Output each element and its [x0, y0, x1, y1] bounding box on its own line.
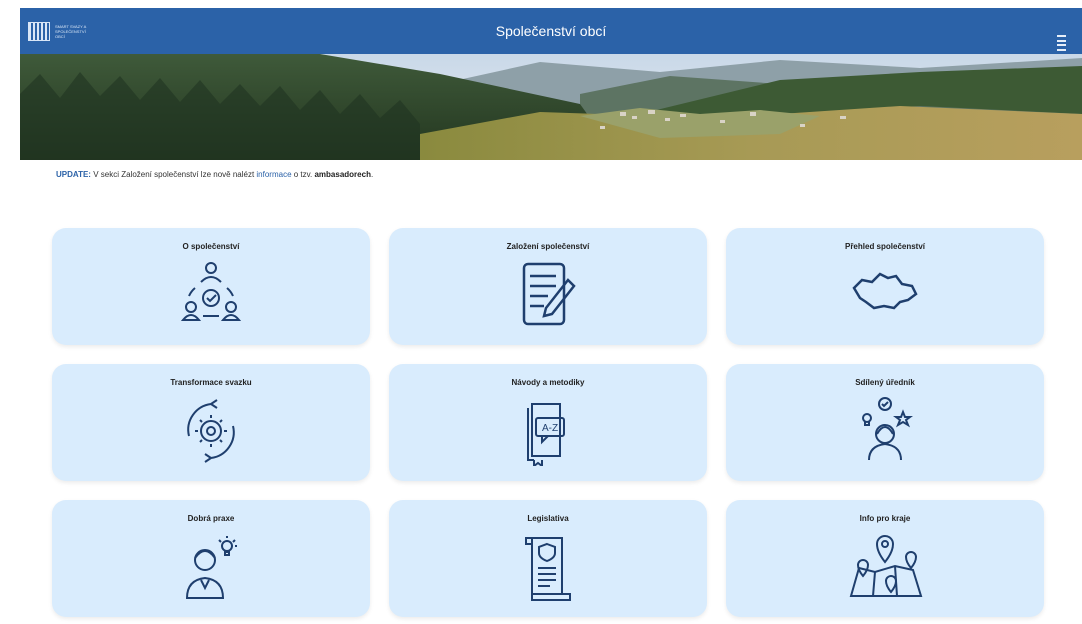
- card-label: Info pro kraje: [859, 514, 911, 523]
- update-link[interactable]: informace: [256, 170, 291, 179]
- person-ideas-icon: [855, 396, 915, 471]
- card-prehled-spolecenstvi[interactable]: Přehled společenství: [726, 228, 1044, 345]
- update-notice: UPDATE: V sekci Založení společenství lz…: [56, 170, 373, 179]
- card-sdileny-urednik[interactable]: Sdílený úředník: [726, 364, 1044, 481]
- update-bold: ambasadorech: [314, 170, 371, 179]
- hero-banner: [20, 54, 1082, 160]
- card-transformace-svazku[interactable]: Transformace svazku: [52, 364, 370, 481]
- card-navody-a-metodiky[interactable]: Návody a metodiky A-Z: [389, 364, 707, 481]
- card-label: Založení společenství: [506, 242, 590, 251]
- czech-map-outline-icon: [850, 260, 920, 325]
- hamburger-icon: [1057, 35, 1066, 51]
- map-pins-icon: [845, 532, 925, 607]
- person-lightbulb-icon: [181, 532, 241, 607]
- card-legislativa[interactable]: Legislativa: [389, 500, 707, 617]
- card-label: O společenství: [182, 242, 240, 251]
- card-label: Přehled společenství: [844, 242, 926, 251]
- logo-text: SMART SVAZY A SPOLEČENSTVÍ OBCÍ: [55, 24, 87, 39]
- people-check-icon: [180, 260, 242, 331]
- card-label: Dobrá praxe: [187, 514, 235, 523]
- update-text-1: V sekci Založení společenství lze nově n…: [90, 170, 257, 179]
- card-label: Sdílený úředník: [855, 378, 915, 387]
- top-bar: SMART SVAZY A SPOLEČENSTVÍ OBCÍ Společen…: [20, 8, 1082, 54]
- card-zalozeni-spolecenstvi[interactable]: Založení společenství: [389, 228, 707, 345]
- gear-cycle-icon: [181, 396, 241, 471]
- document-pen-icon: [518, 260, 578, 335]
- card-label: Legislativa: [527, 514, 569, 523]
- update-text-2: o tzv.: [291, 170, 315, 179]
- logo-mark-icon: [28, 22, 50, 41]
- card-dobra-praxe[interactable]: Dobrá praxe: [52, 500, 370, 617]
- page-title: Společenství obcí: [495, 23, 607, 39]
- book-a-z-icon: A-Z: [518, 396, 578, 471]
- site-logo[interactable]: SMART SVAZY A SPOLEČENSTVÍ OBCÍ: [28, 22, 95, 41]
- update-end: .: [370, 170, 374, 179]
- card-info-pro-kraje[interactable]: Info pro kraje: [726, 500, 1044, 617]
- page: SMART SVAZY A SPOLEČENSTVÍ OBCÍ Společen…: [20, 0, 1082, 624]
- landscape-image: [20, 54, 1082, 160]
- menu-button[interactable]: [1057, 20, 1076, 51]
- update-prefix: UPDATE:: [56, 170, 91, 179]
- card-label: Návody a metodiky: [511, 378, 585, 387]
- svg-text:A-Z: A-Z: [542, 423, 558, 434]
- card-o-spolecenstvi[interactable]: O společenství: [52, 228, 370, 345]
- card-label: Transformace svazku: [170, 378, 252, 387]
- legal-scroll-icon: [518, 532, 578, 609]
